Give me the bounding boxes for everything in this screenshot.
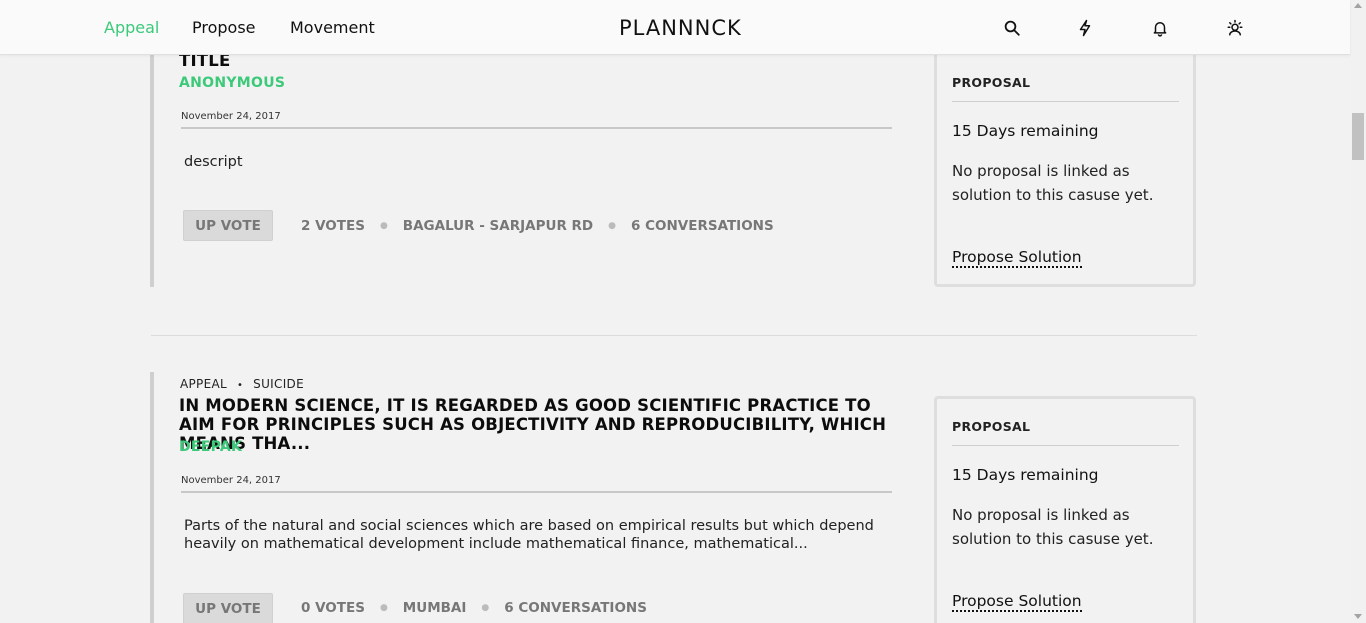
nav-appeal[interactable]: Appeal xyxy=(104,18,159,37)
proposal-card: PROPOSAL 15 Days remaining No proposal i… xyxy=(934,396,1196,623)
item-description: Parts of the natural and social sciences… xyxy=(184,518,874,552)
profile-icon[interactable] xyxy=(1224,17,1246,39)
bell-icon[interactable] xyxy=(1149,17,1171,39)
propose-solution-link[interactable]: Propose Solution xyxy=(952,592,1082,612)
nav-movement[interactable]: Movement xyxy=(290,18,375,37)
scroll-up-arrow-icon[interactable] xyxy=(1354,3,1362,8)
item-tags: APPEAL • SUICIDE xyxy=(180,377,304,391)
votes-count[interactable]: 0 VOTES xyxy=(301,600,365,616)
item-date: November 24, 2017 xyxy=(181,111,281,122)
scrollbar-thumb[interactable] xyxy=(1352,113,1364,160)
separator-dot: ● xyxy=(379,221,388,231)
item-accent-bar xyxy=(150,40,154,287)
card-label: PROPOSAL xyxy=(952,75,1031,90)
votes-count[interactable]: 2 VOTES xyxy=(301,218,365,234)
search-icon[interactable] xyxy=(1001,17,1023,39)
feed-divider xyxy=(151,335,1197,336)
item-divider xyxy=(181,491,892,493)
subcategory-tag[interactable]: SUICIDE xyxy=(253,377,304,391)
card-divider xyxy=(952,101,1179,102)
lightning-icon[interactable] xyxy=(1074,17,1096,39)
item-date: November 24, 2017 xyxy=(181,475,281,486)
days-remaining: 15 Days remaining xyxy=(952,466,1099,484)
card-message: No proposal is linked as solution to thi… xyxy=(952,506,1154,548)
item-accent-bar xyxy=(150,372,154,623)
category-tag[interactable]: APPEAL xyxy=(180,377,227,391)
item-author[interactable]: DEEPAK xyxy=(179,439,242,455)
propose-solution-link[interactable]: Propose Solution xyxy=(952,248,1082,268)
item-stats: 0 VOTES ● MUMBAI ● 6 CONVERSATIONS xyxy=(301,600,647,616)
days-remaining: 15 Days remaining xyxy=(952,122,1099,140)
card-message: No proposal is linked as solution to thi… xyxy=(952,162,1154,204)
location-link[interactable]: MUMBAI xyxy=(403,600,467,616)
separator-dot: • xyxy=(236,380,244,391)
vertical-scrollbar[interactable] xyxy=(1350,0,1366,623)
feed-item: APPEAL • SUICIDE IN MODERN SCIENCE, IT IS … xyxy=(150,372,1200,623)
item-title[interactable]: IN MODERN SCIENCE, IT IS REGARDED AS GOO… xyxy=(179,396,909,453)
item-stats: 2 VOTES ● BAGALUR - SARJAPUR RD ● 6 CONVERSA… xyxy=(301,218,774,234)
conversations-link[interactable]: 6 CONVERSATIONS xyxy=(631,218,774,234)
scroll-down-arrow-icon[interactable] xyxy=(1354,614,1362,619)
nav-propose[interactable]: Propose xyxy=(192,18,256,37)
separator-dot: ● xyxy=(379,603,388,613)
brand-logo[interactable]: PLANNNCK xyxy=(619,16,742,40)
separator-dot: ● xyxy=(481,603,490,613)
card-divider xyxy=(952,445,1179,446)
proposal-card: PROPOSAL 15 Days remaining No proposal i… xyxy=(934,40,1196,287)
location-link[interactable]: BAGALUR - SARJAPUR RD xyxy=(403,218,593,234)
upvote-button[interactable]: UP VOTE xyxy=(183,593,273,623)
item-divider xyxy=(181,127,892,129)
upvote-button[interactable]: UP VOTE xyxy=(183,210,273,241)
conversations-link[interactable]: 6 CONVERSATIONS xyxy=(504,600,647,616)
item-description: descript xyxy=(184,154,243,170)
card-label: PROPOSAL xyxy=(952,419,1031,434)
top-navigation: Appeal Propose Movement PLANNNCK xyxy=(0,0,1350,55)
separator-dot: ● xyxy=(608,221,616,231)
item-author[interactable]: ANONYMOUS xyxy=(179,75,285,91)
